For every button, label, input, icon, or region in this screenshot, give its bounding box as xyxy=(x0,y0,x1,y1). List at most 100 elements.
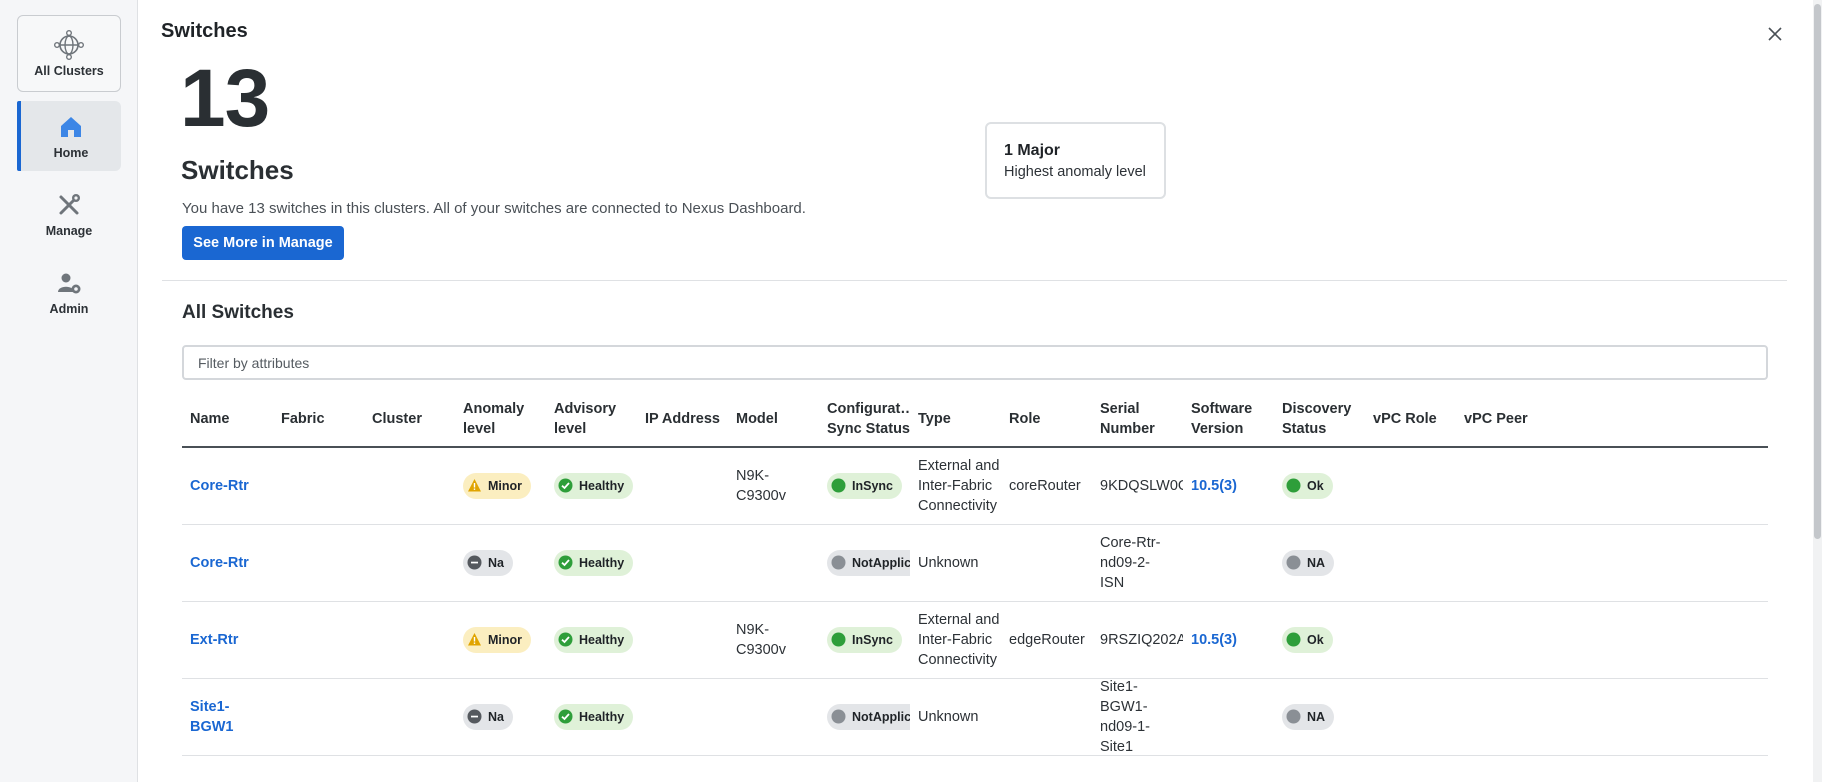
cell-anomaly-level: Na xyxy=(455,549,546,577)
status-dot-icon xyxy=(831,709,846,724)
status-dot-icon xyxy=(1286,478,1301,493)
cell-discovery-status: NA xyxy=(1274,703,1365,731)
cell-role: edgeRouter xyxy=(1009,632,1085,648)
globe-network-icon xyxy=(54,29,84,60)
see-more-in-manage-button[interactable]: See More in Manage xyxy=(182,226,344,260)
column-header-vpc-peer[interactable]: vPC Peer xyxy=(1456,409,1547,429)
cell-advisory-level: Healthy xyxy=(546,703,637,731)
column-header-vpc-role[interactable]: vPC Role xyxy=(1365,409,1456,429)
advisory-badge-label: Healthy xyxy=(579,555,625,570)
column-header-ip-address[interactable]: IP Address xyxy=(637,409,728,429)
nav-label-manage: Manage xyxy=(45,224,93,238)
advisory-badge: Healthy xyxy=(554,472,634,499)
left-nav: All Clusters Home Manage Admin xyxy=(0,0,138,782)
column-header-model[interactable]: Model xyxy=(728,409,819,429)
switch-name-link[interactable]: Core-Rtr xyxy=(190,478,249,494)
cell-type: External and Inter-Fabric Connectivity xyxy=(918,612,1000,668)
cell-anomaly-level: Na xyxy=(455,703,546,731)
discovery-status-badge: Ok xyxy=(1282,472,1333,499)
cell-name: Core-Rtr xyxy=(182,476,273,496)
status-dot-icon xyxy=(1286,709,1301,724)
filter-input[interactable] xyxy=(182,345,1768,380)
cell-anomaly-level: Minor xyxy=(455,472,546,500)
software-version-link[interactable]: 10.5(3) xyxy=(1191,632,1237,648)
anomaly-card: 1 Major Highest anomaly level xyxy=(985,122,1166,199)
cell-model: N9K- C9300v xyxy=(736,622,786,658)
nav-item-home[interactable]: Home xyxy=(17,101,121,171)
cell-serial-number: Site1- BGW1- nd09-1- Site1 xyxy=(1100,679,1150,755)
section-divider xyxy=(162,280,1787,281)
cell-discovery-status: NA xyxy=(1274,549,1365,577)
discovery-status-badge-label: Ok xyxy=(1307,632,1324,647)
sync-status-badge: InSync xyxy=(827,626,902,653)
column-header-fabric[interactable]: Fabric xyxy=(273,409,364,429)
table-row[interactable]: Site1- BGW1 Na Healthy NotApplicable Unknown… xyxy=(182,679,1768,756)
nav-label-all-clusters: All Clusters xyxy=(34,63,104,78)
warning-icon xyxy=(467,478,482,493)
anomaly-badge: Na xyxy=(463,549,513,576)
column-header-advisory-level[interactable]: Advisory level xyxy=(546,399,637,439)
cell-config-sync-status: InSync xyxy=(819,472,910,500)
sync-status-badge-label: NotApplicable xyxy=(852,555,910,570)
anomaly-badge-label: Na xyxy=(488,709,504,724)
close-button[interactable] xyxy=(1763,22,1787,46)
nav-item-all-clusters[interactable]: All Clusters xyxy=(17,15,121,92)
discovery-status-badge-label: NA xyxy=(1307,709,1326,724)
cell-model: N9K- C9300v xyxy=(736,468,786,504)
cell-advisory-level: Healthy xyxy=(546,472,637,500)
switches-panel: Switches 13 Switches You have 13 switche… xyxy=(139,0,1822,782)
cell-config-sync-status: NotApplicable xyxy=(819,703,910,731)
column-header-config-sync-status[interactable]: Configurat… Sync Status xyxy=(819,399,910,439)
anomaly-badge-label: Minor xyxy=(488,632,523,647)
switch-name-link[interactable]: Site1- BGW1 xyxy=(190,699,234,735)
column-header-discovery-status[interactable]: Discovery Status xyxy=(1274,399,1365,439)
anomaly-badge: Minor xyxy=(463,626,532,653)
advisory-badge: Healthy xyxy=(554,703,634,730)
column-header-name[interactable]: Name xyxy=(182,409,273,429)
software-version-link[interactable]: 10.5(3) xyxy=(1191,478,1237,494)
sync-status-badge-label: InSync xyxy=(852,478,893,493)
table-header: Name Fabric Cluster Anomaly level Advisory l… xyxy=(182,392,1768,448)
cell-name: Core-Rtr xyxy=(182,553,273,573)
cell-config-sync-status: NotApplicable xyxy=(819,549,910,577)
sync-status-badge: NotApplicable xyxy=(827,549,910,576)
table-row[interactable]: Ext-Rtr Minor Healthy N9K- C9300v InSync Exte… xyxy=(182,602,1768,679)
switch-name-link[interactable]: Core-Rtr xyxy=(190,555,249,571)
column-header-cluster[interactable]: Cluster xyxy=(364,409,455,429)
status-dot-icon xyxy=(831,632,846,647)
anomaly-subtitle: Highest anomaly level xyxy=(1004,164,1146,180)
anomaly-badge: Na xyxy=(463,703,513,730)
sync-status-badge: NotApplicable xyxy=(827,703,910,730)
sync-status-badge: InSync xyxy=(827,472,902,499)
cell-serial-number: 9RSZIQ202AR xyxy=(1100,632,1183,648)
table-row[interactable]: Core-Rtr Na Healthy NotApplicable Unknown Cor… xyxy=(182,525,1768,602)
user-gear-icon xyxy=(54,268,84,298)
cell-type: External and Inter-Fabric Connectivity xyxy=(918,458,1000,514)
switch-name-link[interactable]: Ext-Rtr xyxy=(190,632,238,648)
discovery-status-badge: Ok xyxy=(1282,626,1333,653)
table-body: Core-Rtr Minor Healthy N9K- C9300v InSync Ext… xyxy=(182,448,1768,756)
advisory-badge: Healthy xyxy=(554,626,634,653)
advisory-badge-label: Healthy xyxy=(579,478,625,493)
table-row[interactable]: Core-Rtr Minor Healthy N9K- C9300v InSync Ext… xyxy=(182,448,1768,525)
column-header-type[interactable]: Type xyxy=(910,409,1001,429)
column-header-anomaly-level[interactable]: Anomaly level xyxy=(455,399,546,439)
switch-count-label: Switches xyxy=(181,155,294,185)
cell-serial-number: Core-Rtr- nd09-2- ISN xyxy=(1100,535,1161,591)
check-circle-icon xyxy=(558,632,573,647)
nav-item-manage[interactable]: Manage xyxy=(17,179,121,249)
column-header-serial-number[interactable]: Serial Number xyxy=(1092,399,1183,439)
cell-type: Unknown xyxy=(918,555,979,571)
nav-item-admin[interactable]: Admin xyxy=(17,257,121,327)
discovery-status-badge-label: Ok xyxy=(1307,478,1324,493)
column-header-role[interactable]: Role xyxy=(1001,409,1092,429)
cell-software-version: 10.5(3) xyxy=(1183,630,1274,650)
cell-role: coreRouter xyxy=(1009,478,1081,494)
scrollbar-thumb[interactable] xyxy=(1814,4,1821,539)
cell-discovery-status: Ok xyxy=(1274,626,1365,654)
advisory-badge: Healthy xyxy=(554,549,634,576)
anomaly-badge-label: Na xyxy=(488,555,504,570)
summary-description: You have 13 switches in this clusters. A… xyxy=(182,200,806,217)
sync-status-badge-label: NotApplicable xyxy=(852,709,910,724)
column-header-software-version[interactable]: Software Version xyxy=(1183,399,1274,439)
